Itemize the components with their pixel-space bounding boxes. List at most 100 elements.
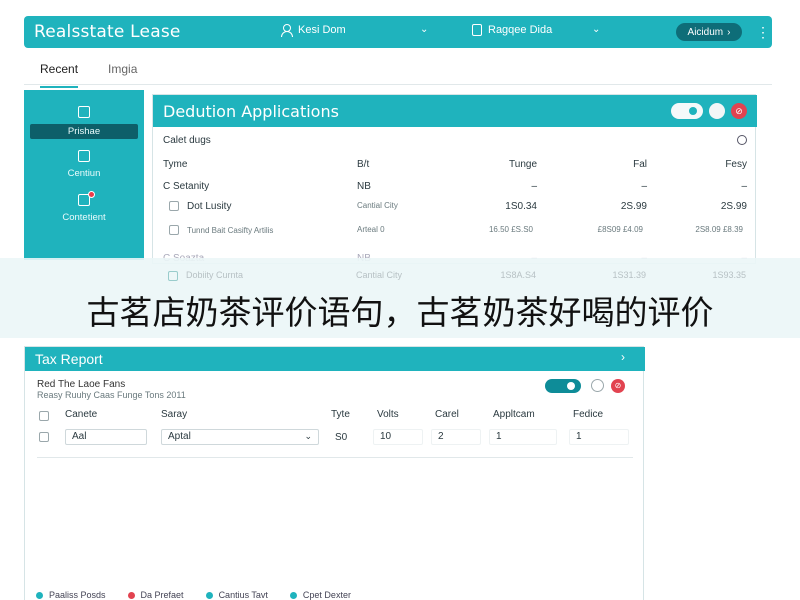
col-canete: Canete bbox=[65, 409, 98, 420]
cell-fesy: 2S.99 bbox=[720, 201, 747, 212]
account-label: Aicidum bbox=[687, 26, 724, 38]
saray-value: Aptal bbox=[168, 431, 191, 442]
canete-input[interactable]: Aal bbox=[65, 429, 147, 445]
volts-input[interactable]: 10 bbox=[373, 429, 423, 445]
legend-dot bbox=[205, 591, 213, 599]
col-saray: Saray bbox=[161, 409, 188, 420]
tax-report-header: Tax Report › bbox=[25, 347, 645, 371]
select-all-checkbox[interactable] bbox=[39, 411, 49, 421]
panel-subtitle: Calet dugs bbox=[163, 135, 211, 146]
sidebar-item-label: Contetient bbox=[62, 212, 106, 223]
legend: Paaliss Posds Da Prefaet Cantius Tavt Cp… bbox=[36, 590, 351, 600]
cell-fesy: – bbox=[741, 181, 747, 192]
cell-tunge: 1S0.34 bbox=[505, 201, 537, 212]
cell-type: C Setanity bbox=[163, 181, 210, 192]
sidebar-item-label: Prishae bbox=[30, 124, 138, 139]
refresh-icon[interactable] bbox=[737, 135, 747, 145]
legend-item[interactable]: Cpet Dexter bbox=[289, 590, 351, 600]
cell-type: Dot Lusity bbox=[169, 201, 231, 212]
banner-text: 古茗店奶茶评价语句，古茗奶茶好喝的评价 bbox=[86, 293, 714, 332]
cell-fal: £8S09 £4.09 bbox=[597, 225, 643, 234]
row-checkbox[interactable] bbox=[39, 432, 49, 442]
account-button[interactable]: Aicidum › bbox=[676, 23, 742, 41]
sidebar-item-prishae[interactable]: Prishae bbox=[30, 106, 138, 139]
close-button[interactable]: ⊘ bbox=[731, 103, 747, 119]
cell-fal: 1S31.39 bbox=[612, 270, 646, 280]
user-menu[interactable]: Kesi Dom ⌄ bbox=[280, 24, 428, 37]
legend-item[interactable]: Da Prefaet bbox=[127, 590, 184, 600]
legend-item[interactable]: Cantius Tavt bbox=[205, 590, 268, 600]
saray-select[interactable]: Aptal ⌄ bbox=[161, 429, 319, 445]
cell-type: Tunnd Bait Casifty Artilis bbox=[169, 225, 319, 236]
row-checkbox[interactable] bbox=[168, 270, 178, 281]
message-icon bbox=[78, 191, 95, 206]
cell-fesy: 1S93.35 bbox=[712, 270, 746, 280]
toggle-switch[interactable] bbox=[671, 103, 703, 119]
cell-tunge: 16.50 £S.S0 bbox=[488, 225, 533, 234]
cell-br: Cantial City bbox=[357, 201, 398, 210]
settings-icon[interactable] bbox=[709, 103, 725, 119]
chevron-down-icon: ⌄ bbox=[420, 24, 429, 35]
cell-fal: – bbox=[641, 181, 647, 192]
cell-fal: 2S.99 bbox=[620, 201, 647, 212]
cell-type: Dobiity Curnta bbox=[168, 270, 243, 281]
chevron-right-icon: › bbox=[727, 26, 731, 38]
tax-report-panel: Tax Report › Red The Laoe Fans Reasy Ruu… bbox=[24, 346, 645, 600]
table-row[interactable]: Aal Aptal ⌄ S0 10 2 1 1 bbox=[37, 429, 633, 449]
toggle-switch[interactable] bbox=[545, 379, 581, 393]
sidebar: Prishae Centiun Contetient bbox=[24, 90, 144, 260]
fedice-input[interactable]: 1 bbox=[569, 429, 629, 445]
col-tunge: Tunge bbox=[509, 159, 537, 170]
cell-tunge: – bbox=[531, 181, 537, 192]
notification-badge bbox=[88, 191, 95, 198]
legend-label: Cantius Tavt bbox=[218, 590, 268, 600]
deduction-panel: Dedution Applications ⊘ Calet dugs Tyme … bbox=[152, 94, 757, 264]
row-checkbox[interactable] bbox=[169, 225, 179, 236]
cell-tyte: S0 bbox=[335, 432, 348, 443]
cell-br: Cantial City bbox=[356, 270, 403, 280]
appltcam-input[interactable]: 1 bbox=[489, 429, 557, 445]
carel-input[interactable]: 2 bbox=[431, 429, 481, 445]
app-title: Realsstate Lease bbox=[34, 22, 181, 42]
chevron-right-icon[interactable]: › bbox=[621, 350, 625, 364]
tax-report-line-1: Red The Laoe Fans bbox=[37, 379, 126, 390]
col-fal: Fal bbox=[633, 159, 647, 170]
divider bbox=[37, 457, 633, 458]
col-fesy: Fesy bbox=[725, 159, 747, 170]
cell-tunge: 1S8A.S4 bbox=[500, 270, 536, 280]
chevron-down-icon: ⌄ bbox=[592, 24, 601, 35]
col-carel: Carel bbox=[435, 409, 459, 420]
cell-type-text: Tunnd Bait Casifty Artilis bbox=[187, 225, 274, 235]
info-icon[interactable] bbox=[591, 379, 604, 392]
panel-header: Dedution Applications ⊘ bbox=[153, 95, 757, 127]
legend-dot bbox=[127, 591, 135, 599]
cell-type-text: Dobiity Curnta bbox=[186, 270, 244, 280]
col-fedice: Fedice bbox=[573, 409, 604, 420]
panel-title: Dedution Applications bbox=[163, 102, 339, 121]
tab-divider bbox=[24, 84, 772, 85]
legend-dot bbox=[36, 591, 43, 599]
sidebar-item-label: Centiun bbox=[67, 168, 101, 179]
table-header: Canete Saray Tyte Volts Carel Appltcam F… bbox=[37, 409, 633, 429]
col-tyte: Tyte bbox=[331, 409, 350, 420]
legend-label: Paaliss Posds bbox=[49, 590, 106, 600]
legend-label: Cpet Dexter bbox=[302, 590, 351, 600]
legend-label: Da Prefaet bbox=[140, 590, 184, 600]
document-label: Ragqee Dida bbox=[488, 24, 553, 36]
more-options-icon[interactable]: ⋮ bbox=[756, 23, 770, 41]
row-checkbox[interactable] bbox=[169, 201, 179, 212]
document-icon bbox=[78, 150, 90, 162]
close-button[interactable]: ⊘ bbox=[611, 379, 625, 393]
cell-fesy: 2S8.09 £8.39 bbox=[695, 225, 743, 234]
col-br: B/t bbox=[357, 159, 370, 170]
tax-report-title: Tax Report bbox=[35, 351, 103, 367]
sidebar-item-centiun[interactable]: Centiun bbox=[30, 150, 138, 179]
cell-type-text: Dot Lusity bbox=[187, 201, 232, 212]
document-menu[interactable]: Ragqee Dida ⌄ bbox=[472, 24, 600, 36]
col-volts: Volts bbox=[377, 409, 399, 420]
legend-item[interactable]: Paaliss Posds bbox=[36, 590, 106, 600]
col-appltcam: Appltcam bbox=[493, 409, 535, 420]
building-icon bbox=[78, 106, 90, 118]
sidebar-item-contetient[interactable]: Contetient bbox=[30, 191, 138, 223]
cell-br: NB bbox=[357, 181, 371, 192]
